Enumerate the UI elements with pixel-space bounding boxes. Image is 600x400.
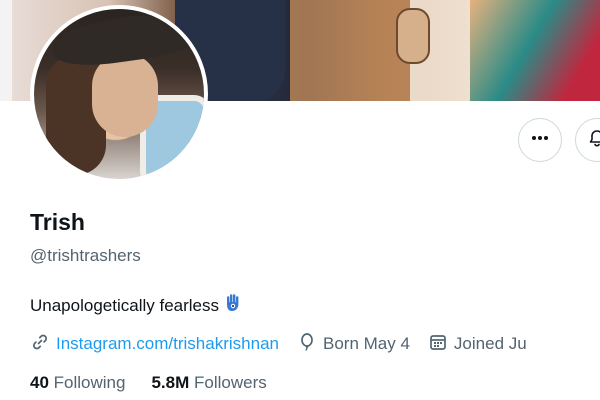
- notifications-button[interactable]: [575, 118, 600, 162]
- following-count: 40: [30, 373, 49, 392]
- profile-stats: 40 Following 5.8M Followers: [30, 373, 293, 393]
- profile-handle: @trishtrashers: [30, 246, 141, 265]
- link-icon: [30, 332, 56, 357]
- profile-joined: Joined Ju: [428, 332, 527, 357]
- bio-text: Unapologetically fearless: [30, 295, 219, 315]
- more-horizontal-icon: [530, 128, 550, 153]
- profile-avatar[interactable]: [30, 5, 208, 183]
- profile-birthday: Born May 4: [297, 332, 410, 357]
- profile-name: Trish: [30, 209, 85, 235]
- following-link[interactable]: 40 Following: [30, 373, 125, 393]
- followers-label: Followers: [194, 373, 267, 392]
- followers-count: 5.8M: [151, 373, 190, 392]
- profile-link-text[interactable]: Instagram.com/trishakrishnan: [56, 334, 279, 354]
- profile-bio: Unapologetically fearless: [30, 292, 243, 319]
- bell-icon: [587, 128, 600, 153]
- following-label: Following: [53, 373, 126, 392]
- calendar-icon: [428, 332, 454, 357]
- birthday-text: Born May 4: [322, 334, 410, 353]
- balloon-icon: [297, 332, 323, 357]
- followers-link[interactable]: 5.8M Followers: [151, 373, 266, 393]
- profile-link[interactable]: Instagram.com/trishakrishnan: [30, 332, 279, 357]
- hamsa-icon: [219, 292, 243, 319]
- joined-text: Joined Ju: [453, 334, 527, 353]
- profile-meta: Instagram.com/trishakrishnan Born May 4 …: [30, 332, 545, 356]
- more-options-button[interactable]: [518, 118, 562, 162]
